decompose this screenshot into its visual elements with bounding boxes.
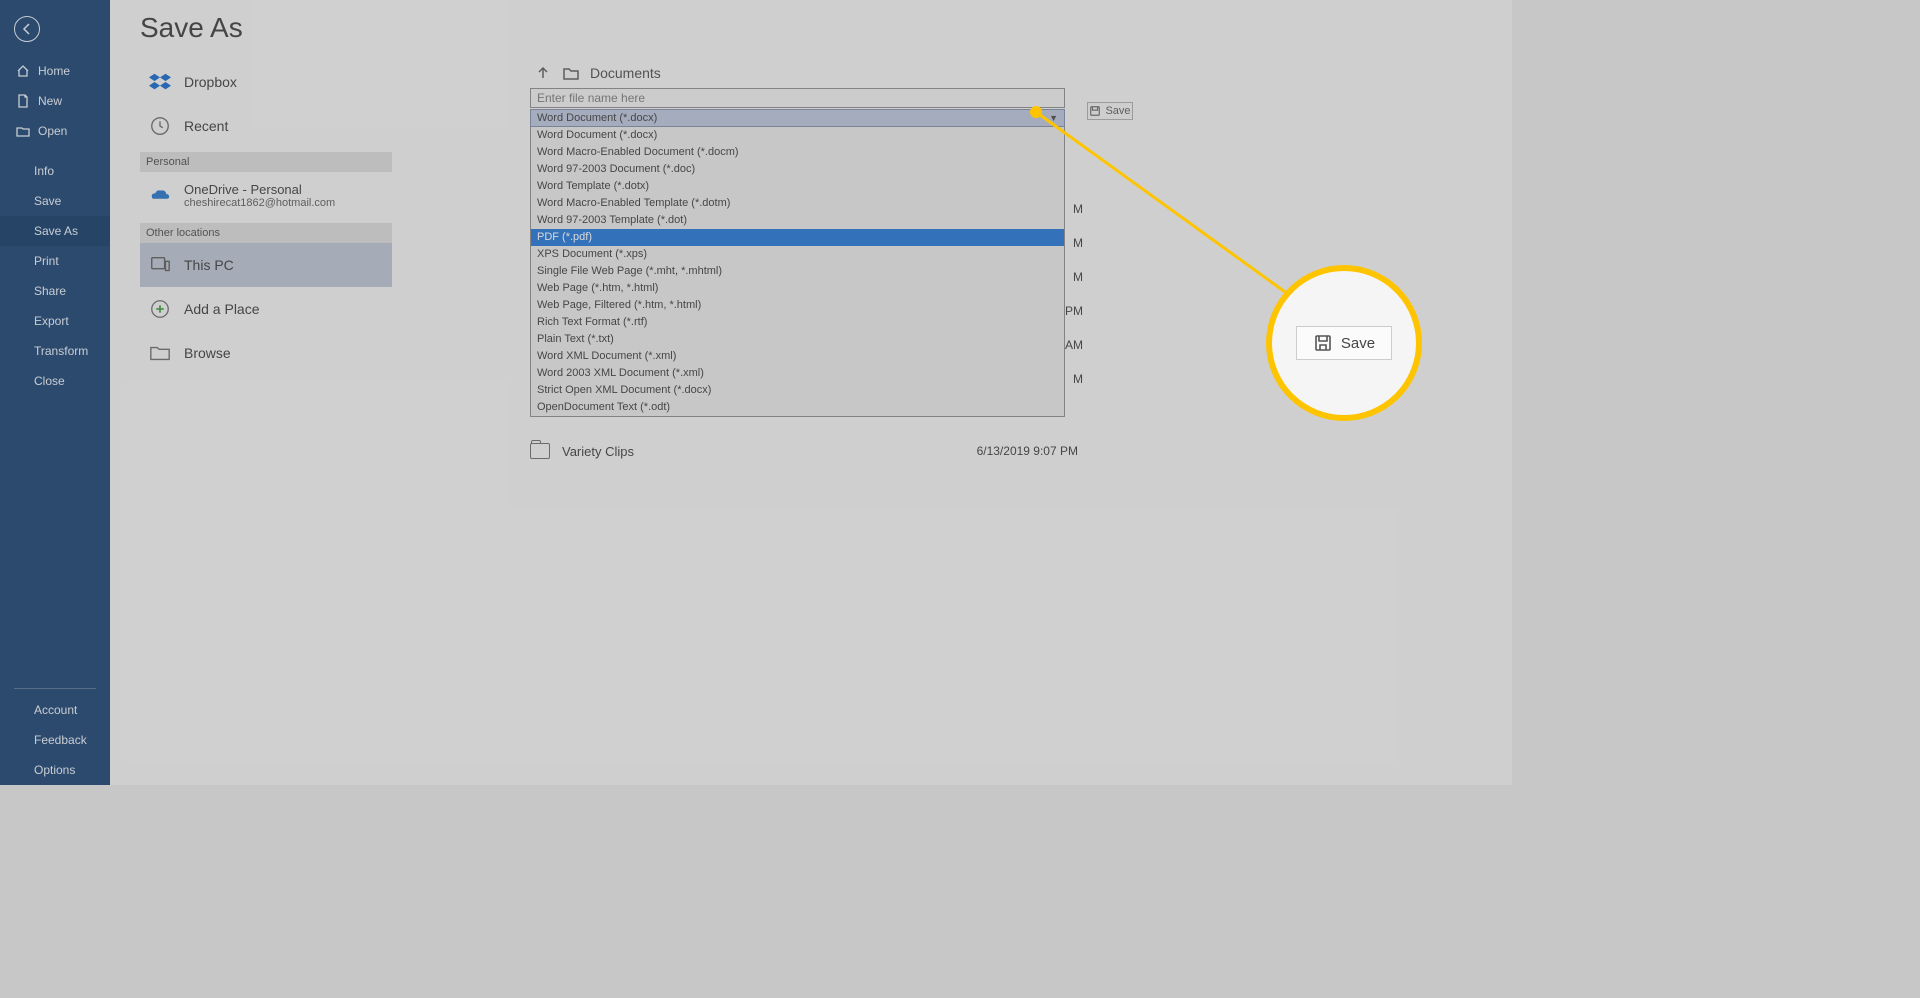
onedrive-title: OneDrive - Personal [184,182,335,197]
browse-folder-icon [148,341,172,365]
location-thispc[interactable]: This PC [140,243,392,287]
file-type-option[interactable]: PDF (*.pdf) [531,229,1064,246]
folder-icon [530,443,550,459]
file-pane: Documents Word Document (*.docx) ▼ Word … [530,58,1078,467]
nav-print[interactable]: Print [0,246,110,276]
file-type-option[interactable]: Web Page (*.htm, *.html) [531,280,1064,297]
date-fragment: M [1065,226,1083,260]
onedrive-icon [148,184,172,208]
save-icon [1313,333,1333,353]
up-arrow-icon[interactable] [534,64,552,82]
date-fragment: PM [1065,294,1083,328]
file-type-option[interactable]: XPS Document (*.xps) [531,246,1064,263]
app-window: Home New Open Info Save Save As Print Sh… [0,0,1512,785]
backstage-sidebar: Home New Open Info Save Save As Print Sh… [0,0,110,785]
chevron-down-icon: ▼ [1049,113,1058,123]
file-type-option[interactable]: Plain Text (*.txt) [531,331,1064,348]
location-addplace[interactable]: Add a Place [140,287,392,331]
file-type-option[interactable]: Word 97-2003 Document (*.doc) [531,161,1064,178]
save-button-zoomed: Save [1296,326,1392,360]
annotation-dot [1030,106,1042,118]
thispc-icon [148,253,172,277]
nav-home-label: Home [38,64,70,78]
section-label-personal: Personal [140,152,392,172]
breadcrumb-text[interactable]: Documents [590,65,661,81]
clock-icon [148,114,172,138]
nav-share[interactable]: Share [0,276,110,306]
save-button-zoomed-label: Save [1341,335,1375,352]
location-browse-label: Browse [184,345,231,361]
file-type-select[interactable]: Word Document (*.docx) ▼ [530,109,1065,127]
file-type-option[interactable]: Word 2003 XML Document (*.xml) [531,365,1064,382]
folder-icon [562,64,580,82]
filename-input[interactable] [530,88,1065,108]
nav-save[interactable]: Save [0,186,110,216]
onedrive-email: cheshirecat1862@hotmail.com [184,197,335,209]
back-button[interactable] [14,16,40,42]
file-type-option[interactable]: Word Macro-Enabled Template (*.dotm) [531,195,1064,212]
file-type-dropdown: Word Document (*.docx)Word Macro-Enabled… [530,127,1065,417]
back-arrow-icon [21,23,33,35]
location-recent[interactable]: Recent [140,104,392,148]
location-dropbox[interactable]: Dropbox [140,60,392,104]
folder-open-icon [16,124,30,138]
nav-new-label: New [38,94,62,108]
location-recent-label: Recent [184,118,228,134]
file-type-option[interactable]: Strict Open XML Document (*.docx) [531,382,1064,399]
date-fragment: M [1065,192,1083,226]
location-addplace-label: Add a Place [184,301,260,317]
annotation-magnifier: Save [1266,265,1422,421]
section-label-other: Other locations [140,223,392,243]
nav-home[interactable]: Home [0,56,110,86]
save-icon [1089,105,1101,117]
dropbox-icon [148,70,172,94]
file-type-option[interactable]: Word 97-2003 Template (*.dot) [531,212,1064,229]
file-type-option[interactable]: Rich Text Format (*.rtf) [531,314,1064,331]
nav-close[interactable]: Close [0,366,110,396]
breadcrumb-bar: Documents [530,58,1078,88]
home-icon [16,64,30,78]
file-row-name: Variety Clips [562,444,634,459]
nav-new[interactable]: New [0,86,110,116]
save-button[interactable]: Save [1087,102,1133,120]
nav-export[interactable]: Export [0,306,110,336]
nav-open-label: Open [38,124,67,138]
nav-feedback[interactable]: Feedback [0,725,110,755]
date-fragment: M [1065,260,1083,294]
nav-account[interactable]: Account [0,695,110,725]
nav-saveas[interactable]: Save As [0,216,110,246]
file-type-option[interactable]: Word Document (*.docx) [531,127,1064,144]
location-thispc-label: This PC [184,257,234,273]
file-type-option[interactable]: Web Page, Filtered (*.htm, *.html) [531,297,1064,314]
date-fragment: AM [1065,328,1083,362]
file-type-option[interactable]: Word Macro-Enabled Document (*.docm) [531,144,1064,161]
file-type-option[interactable]: Word Template (*.dotx) [531,178,1064,195]
nav-info[interactable]: Info [0,156,110,186]
save-button-label: Save [1105,105,1130,117]
location-onedrive[interactable]: OneDrive - Personal cheshirecat1862@hotm… [140,172,392,219]
file-icon [16,94,30,108]
partial-dates-column: MMMPMAMM [1065,192,1083,396]
addplace-icon [148,297,172,321]
file-type-selected: Word Document (*.docx) [537,112,657,124]
save-locations: Dropbox Recent Personal OneDrive - Perso… [140,60,392,375]
file-type-option[interactable]: Single File Web Page (*.mht, *.mhtml) [531,263,1064,280]
page-title: Save As [110,0,1512,54]
nav-open[interactable]: Open [0,116,110,146]
date-fragment: M [1065,362,1083,396]
location-browse[interactable]: Browse [140,331,392,375]
nav-transform[interactable]: Transform [0,336,110,366]
file-type-option[interactable]: OpenDocument Text (*.odt) [531,399,1064,416]
file-row[interactable]: Variety Clips 6/13/2019 9:07 PM [530,435,1078,467]
file-row-date: 6/13/2019 9:07 PM [977,444,1078,458]
nav-options[interactable]: Options [0,755,110,785]
file-type-option[interactable]: Word XML Document (*.xml) [531,348,1064,365]
location-dropbox-label: Dropbox [184,74,237,90]
